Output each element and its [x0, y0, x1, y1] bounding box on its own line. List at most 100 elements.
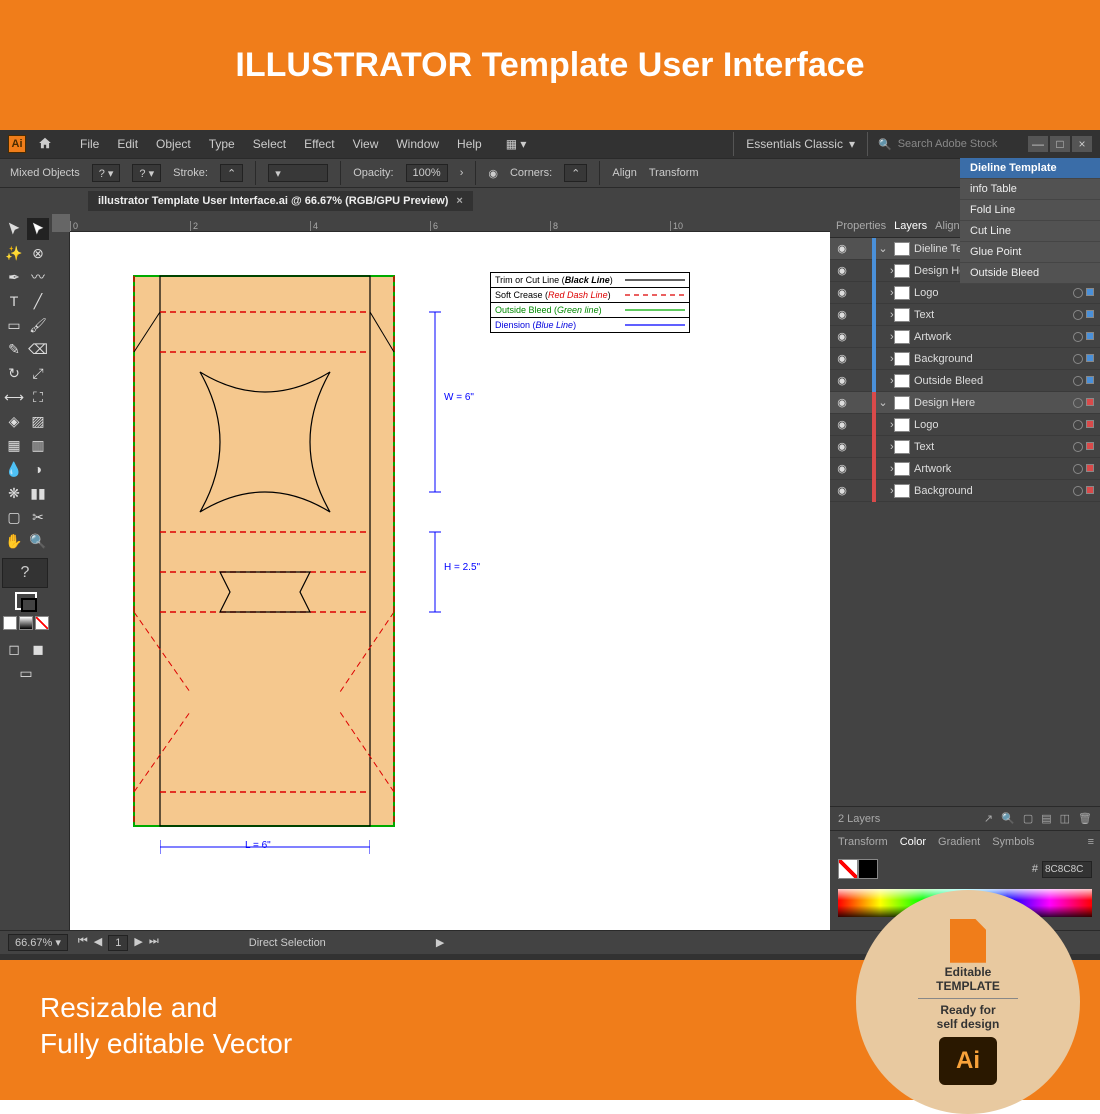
layer-row[interactable]: ◉›Logo: [830, 414, 1100, 436]
menu-object[interactable]: Object: [156, 137, 191, 151]
layer-row[interactable]: ◉⌄Design Here: [830, 392, 1100, 414]
draw-behind[interactable]: ◼: [27, 638, 49, 660]
target-icon[interactable]: [1073, 332, 1083, 342]
visibility-toggle[interactable]: ◉: [830, 330, 854, 343]
stroke-weight[interactable]: ⌃: [220, 164, 243, 182]
artboard[interactable]: W = 6" H = 2.5" L = 6" Trim or Cut Line …: [70, 232, 830, 930]
layer-row[interactable]: ◉›Text: [830, 304, 1100, 326]
new-layer-icon[interactable]: ◫: [1060, 812, 1070, 825]
layer-row[interactable]: ◉›Outside Bleed: [830, 370, 1100, 392]
brush-dropdown[interactable]: ▾: [268, 164, 328, 182]
visibility-toggle[interactable]: ◉: [830, 352, 854, 365]
locate-icon[interactable]: ↗: [984, 812, 993, 825]
transform-label[interactable]: Transform: [649, 167, 699, 179]
target-icon[interactable]: [1073, 420, 1083, 430]
menu-effect[interactable]: Effect: [304, 137, 334, 151]
color-fill-swatch[interactable]: [3, 616, 17, 630]
curvature-tool[interactable]: 〰: [27, 266, 49, 288]
next-artboard-icon[interactable]: ▶: [134, 935, 142, 951]
opacity-more[interactable]: ›: [460, 167, 464, 179]
maximize-button[interactable]: □: [1050, 136, 1070, 152]
target-icon[interactable]: [1073, 442, 1083, 452]
expand-icon[interactable]: ›: [876, 265, 890, 277]
target-icon[interactable]: [1073, 288, 1083, 298]
dd-bleed[interactable]: Outside Bleed: [960, 263, 1100, 284]
menu-type[interactable]: Type: [209, 137, 235, 151]
select-indicator[interactable]: [1086, 442, 1094, 450]
expand-icon[interactable]: ›: [876, 375, 890, 387]
prev-artboard-icon[interactable]: ◀: [94, 935, 102, 951]
layers-dropdown-menu[interactable]: Dieline Template info Table Fold Line Cu…: [960, 158, 1100, 284]
zoom-tool[interactable]: 🔍: [27, 530, 49, 552]
expand-icon[interactable]: ›: [876, 485, 890, 497]
free-transform-tool[interactable]: ⛶: [27, 386, 49, 408]
selection-tool[interactable]: [3, 218, 25, 240]
menu-help[interactable]: Help: [457, 137, 482, 151]
eyedropper-tool[interactable]: 💧: [3, 458, 25, 480]
expand-icon[interactable]: ›: [876, 353, 890, 365]
expand-icon[interactable]: ›: [876, 463, 890, 475]
pen-tool[interactable]: ✒: [3, 266, 25, 288]
first-artboard-icon[interactable]: ⏮: [78, 935, 88, 951]
width-tool[interactable]: ⟷: [3, 386, 25, 408]
dd-fold[interactable]: Fold Line: [960, 200, 1100, 221]
status-play-icon[interactable]: ▶: [436, 936, 444, 949]
scale-tool[interactable]: ⤢: [27, 362, 49, 384]
line-tool[interactable]: ╱: [27, 290, 49, 312]
screen-mode[interactable]: ▭: [15, 662, 37, 684]
delete-layer-icon[interactable]: 🗑: [1078, 812, 1092, 825]
tab-color[interactable]: Color: [900, 836, 926, 848]
magic-wand-tool[interactable]: ✨: [3, 242, 25, 264]
select-indicator[interactable]: [1086, 420, 1094, 428]
gradient-swatch[interactable]: [19, 616, 33, 630]
visibility-toggle[interactable]: ◉: [830, 286, 854, 299]
slice-tool[interactable]: ✂: [27, 506, 49, 528]
find-layer-icon[interactable]: 🔍: [1001, 812, 1015, 825]
layer-row[interactable]: ◉›Logo: [830, 282, 1100, 304]
layer-row[interactable]: ◉›Artwork: [830, 326, 1100, 348]
visibility-toggle[interactable]: ◉: [830, 484, 854, 497]
shaper-tool[interactable]: ✎: [3, 338, 25, 360]
paintbrush-tool[interactable]: 🖌: [27, 314, 49, 336]
stroke-swatch[interactable]: [858, 859, 878, 879]
menu-view[interactable]: View: [353, 137, 379, 151]
color-menu-icon[interactable]: ≡: [1088, 836, 1100, 848]
close-button[interactable]: ×: [1072, 136, 1092, 152]
visibility-toggle[interactable]: ◉: [830, 308, 854, 321]
visibility-toggle[interactable]: ◉: [830, 374, 854, 387]
direct-selection-tool[interactable]: [27, 218, 49, 240]
tab-transform[interactable]: Transform: [838, 836, 888, 848]
expand-icon[interactable]: ⌄: [876, 396, 890, 409]
dd-info[interactable]: info Table: [960, 179, 1100, 200]
menu-window[interactable]: Window: [396, 137, 439, 151]
layer-row[interactable]: ◉›Text: [830, 436, 1100, 458]
tab-gradient[interactable]: Gradient: [938, 836, 980, 848]
dd-cut[interactable]: Cut Line: [960, 221, 1100, 242]
tab-properties[interactable]: Properties: [836, 220, 886, 232]
layer-row[interactable]: ◉›Artwork: [830, 458, 1100, 480]
visibility-toggle[interactable]: ◉: [830, 440, 854, 453]
visibility-toggle[interactable]: ◉: [830, 396, 854, 409]
minimize-button[interactable]: —: [1028, 136, 1048, 152]
menu-edit[interactable]: Edit: [117, 137, 138, 151]
expand-icon[interactable]: ⌄: [876, 242, 890, 255]
home-icon[interactable]: [38, 136, 52, 153]
blend-tool[interactable]: ◑: [27, 458, 49, 480]
canvas-area[interactable]: 0246810: [52, 214, 830, 930]
document-tab[interactable]: illustrator Template User Interface.ai @…: [88, 191, 473, 211]
dd-dieline[interactable]: Dieline Template: [960, 158, 1100, 179]
lasso-tool[interactable]: ⊗: [27, 242, 49, 264]
select-indicator[interactable]: [1086, 398, 1094, 406]
target-icon[interactable]: [1073, 486, 1083, 496]
zoom-level[interactable]: 66.67% ▾: [8, 934, 68, 951]
search-stock[interactable]: 🔍 Search Adobe Stock: [878, 138, 1018, 151]
perspective-tool[interactable]: ▨: [27, 410, 49, 432]
corners-input[interactable]: ⌃: [564, 164, 587, 182]
expand-icon[interactable]: ›: [876, 309, 890, 321]
draw-normal[interactable]: ◻: [3, 638, 25, 660]
target-icon[interactable]: [1073, 354, 1083, 364]
align-label[interactable]: Align: [612, 167, 636, 179]
select-indicator[interactable]: [1086, 354, 1094, 362]
menu-select[interactable]: Select: [253, 137, 286, 151]
select-indicator[interactable]: [1086, 288, 1094, 296]
